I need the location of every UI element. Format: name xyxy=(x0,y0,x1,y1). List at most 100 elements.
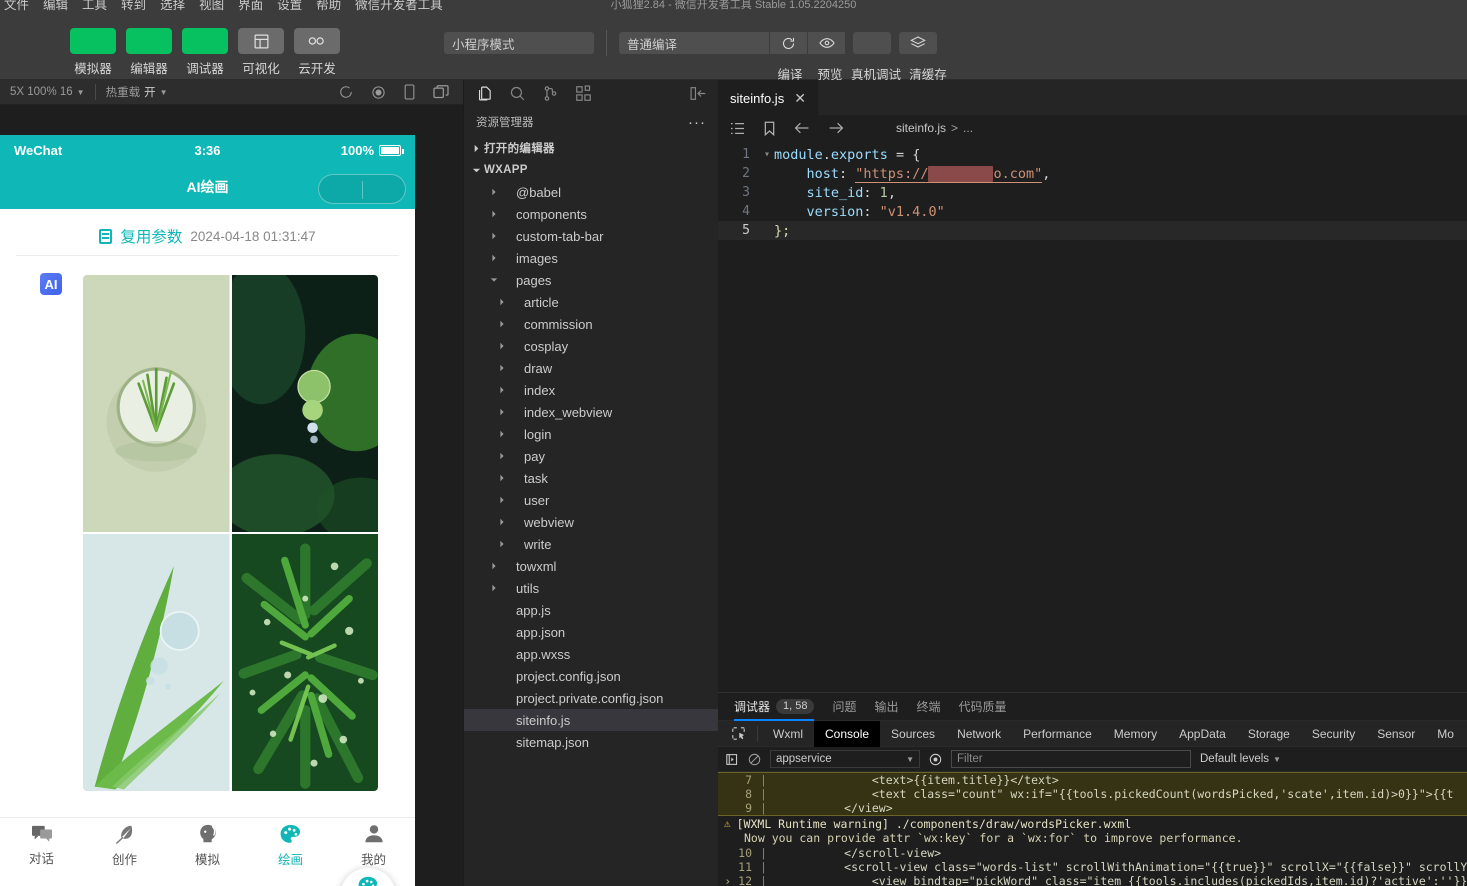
inspect-cursor-icon[interactable] xyxy=(724,721,753,747)
refresh-icon[interactable] xyxy=(339,85,353,99)
tree-folder-pages[interactable]: pages xyxy=(464,269,718,291)
tab-simulate[interactable]: 模拟 xyxy=(166,823,249,868)
tree-folder-commission[interactable]: commission xyxy=(464,313,718,335)
tree-folder-babel[interactable]: @babel xyxy=(464,181,718,203)
menu-item-interface[interactable]: 界面 xyxy=(238,0,263,13)
project-mode-select[interactable]: 小程序模式 xyxy=(444,32,594,54)
toolbar-editor-button[interactable]: 编辑器 xyxy=(126,28,172,77)
tree-folder-task[interactable]: task xyxy=(464,467,718,489)
tree-folder-write[interactable]: write xyxy=(464,533,718,555)
expand-arrow-icon[interactable]: › xyxy=(724,874,731,886)
record-icon[interactable] xyxy=(371,85,386,100)
real-device-debug-button[interactable] xyxy=(853,32,891,54)
menu-item-settings[interactable]: 设置 xyxy=(277,0,302,13)
reuse-params-row[interactable]: 复用参数 2024-04-18 01:31:47 xyxy=(0,209,415,255)
panel-tab-security[interactable]: Security xyxy=(1301,721,1366,747)
devtools-tab-output[interactable]: 输出 xyxy=(875,693,899,721)
tree-folder-index[interactable]: index xyxy=(464,379,718,401)
console-levels-select[interactable]: Default levels ▼ xyxy=(1200,753,1281,765)
preview-button[interactable] xyxy=(807,32,845,54)
panel-tab-console[interactable]: Console xyxy=(814,721,880,747)
tree-file-app-js[interactable]: app.js xyxy=(464,599,718,621)
search-icon[interactable] xyxy=(509,85,526,102)
panel-tab-more[interactable]: Mo xyxy=(1426,721,1465,747)
menu-item-edit[interactable]: 编辑 xyxy=(43,0,68,13)
tree-section-open-editors[interactable]: 打开的编辑器 xyxy=(464,137,718,159)
devtools-tab-terminal[interactable]: 终端 xyxy=(917,693,941,721)
tree-folder-utils[interactable]: utils xyxy=(464,577,718,599)
ellipsis-icon[interactable]: ··· xyxy=(688,114,706,131)
eye-icon[interactable] xyxy=(929,753,942,766)
tree-folder-pay[interactable]: pay xyxy=(464,445,718,467)
menu-bar[interactable]: 文件 编辑 工具 转到 选择 视图 界面 设置 帮助 微信开发者工具 xyxy=(0,0,1467,13)
chevron-down-icon[interactable]: ▾ xyxy=(760,149,774,160)
close-icon[interactable]: ✕ xyxy=(794,91,806,105)
console-filter-input[interactable]: Filter xyxy=(951,750,1191,768)
files-icon[interactable] xyxy=(476,85,493,102)
devtools-tab-debugger[interactable]: 调试器 1, 58 xyxy=(734,693,814,721)
panel-tab-memory[interactable]: Memory xyxy=(1103,721,1168,747)
menu-item-tools[interactable]: 工具 xyxy=(82,0,107,13)
panel-tab-network[interactable]: Network xyxy=(946,721,1012,747)
generated-image-4[interactable] xyxy=(232,534,379,791)
tab-mine[interactable]: 我的 xyxy=(332,823,415,868)
execute-icon[interactable] xyxy=(726,753,739,766)
panel-tab-sensor[interactable]: Sensor xyxy=(1366,721,1426,747)
tree-folder-custom-tab-bar[interactable]: custom-tab-bar xyxy=(464,225,718,247)
tree-folder-towxml[interactable]: towxml xyxy=(464,555,718,577)
compile-mode-select[interactable]: 普通编译 xyxy=(619,32,769,54)
generated-image-1[interactable] xyxy=(83,275,230,532)
tab-chat[interactable]: 对话 xyxy=(0,824,83,867)
toolbar-cloud-button[interactable]: 云开发 xyxy=(294,28,340,77)
generated-image-3[interactable] xyxy=(83,534,230,791)
generated-image-2[interactable] xyxy=(232,275,379,532)
device-select[interactable]: 5X 100% 16 ▼ xyxy=(0,80,95,105)
tree-file-app-json[interactable]: app.json xyxy=(464,621,718,643)
tree-folder-draw[interactable]: draw xyxy=(464,357,718,379)
outline-icon[interactable] xyxy=(730,122,745,135)
console-code-line[interactable]: › 12 | <view bindtap="pickWord" class="i… xyxy=(718,874,1467,886)
hot-reload-select[interactable]: 热重载 开 ▼ xyxy=(96,80,178,105)
menu-item-select[interactable]: 选择 xyxy=(160,0,185,13)
console-context-select[interactable]: appservice ▼ xyxy=(770,750,920,768)
panel-tab-sources[interactable]: Sources xyxy=(880,721,946,747)
tree-file-siteinfo-js[interactable]: siteinfo.js xyxy=(464,709,718,731)
tree-folder-index-webview[interactable]: index_webview xyxy=(464,401,718,423)
devtools-tab-problems[interactable]: 问题 xyxy=(832,693,856,721)
compile-button[interactable] xyxy=(769,32,807,54)
clear-console-icon[interactable] xyxy=(748,753,761,766)
panel-tab-appdata[interactable]: AppData xyxy=(1168,721,1237,747)
breadcrumb[interactable]: siteinfo.js > ... xyxy=(896,121,973,135)
tab-create[interactable]: 创作 xyxy=(83,823,166,868)
devtools-tab-code-quality[interactable]: 代码质量 xyxy=(959,693,1007,721)
toolbar-debugger-button[interactable]: 调试器 xyxy=(182,28,228,77)
tree-folder-components[interactable]: components xyxy=(464,203,718,225)
collapse-panel-icon[interactable] xyxy=(690,86,706,101)
tree-folder-images[interactable]: images xyxy=(464,247,718,269)
menu-item-devtools[interactable]: 微信开发者工具 xyxy=(355,0,443,13)
toolbar-simulator-button[interactable]: 模拟器 xyxy=(70,28,116,77)
panel-tab-storage[interactable]: Storage xyxy=(1237,721,1301,747)
tree-file-app-wxss[interactable]: app.wxss xyxy=(464,643,718,665)
tree-folder-login[interactable]: login xyxy=(464,423,718,445)
tree-folder-cosplay[interactable]: cosplay xyxy=(464,335,718,357)
tree-section-wxapp[interactable]: WXAPP xyxy=(464,159,718,181)
editor-tab-siteinfo-js[interactable]: siteinfo.js ✕ xyxy=(718,80,818,115)
bookmark-icon[interactable] xyxy=(763,121,776,136)
menu-item-view[interactable]: 视图 xyxy=(199,0,224,13)
forward-arrow-icon[interactable] xyxy=(828,121,844,135)
tree-folder-user[interactable]: user xyxy=(464,489,718,511)
window-icon[interactable] xyxy=(433,85,449,99)
console-output[interactable]: 7 | <text>{{item.title}}</text> 8 | <tex… xyxy=(718,772,1467,886)
tree-file-project-config[interactable]: project.config.json xyxy=(464,665,718,687)
panel-tab-performance[interactable]: Performance xyxy=(1012,721,1103,747)
phone-icon[interactable] xyxy=(404,84,415,100)
menu-item-goto[interactable]: 转到 xyxy=(121,0,146,13)
wechat-capsule-button[interactable] xyxy=(318,174,406,204)
tree-file-sitemap-json[interactable]: sitemap.json xyxy=(464,731,718,753)
panel-tab-wxml[interactable]: Wxml xyxy=(762,721,814,747)
source-control-icon[interactable] xyxy=(542,85,559,102)
menu-item-file[interactable]: 文件 xyxy=(4,0,29,13)
clear-cache-button[interactable] xyxy=(899,32,937,54)
console-warning-header[interactable]: ⚠ [WXML Runtime warning] ./components/dr… xyxy=(718,816,1467,831)
